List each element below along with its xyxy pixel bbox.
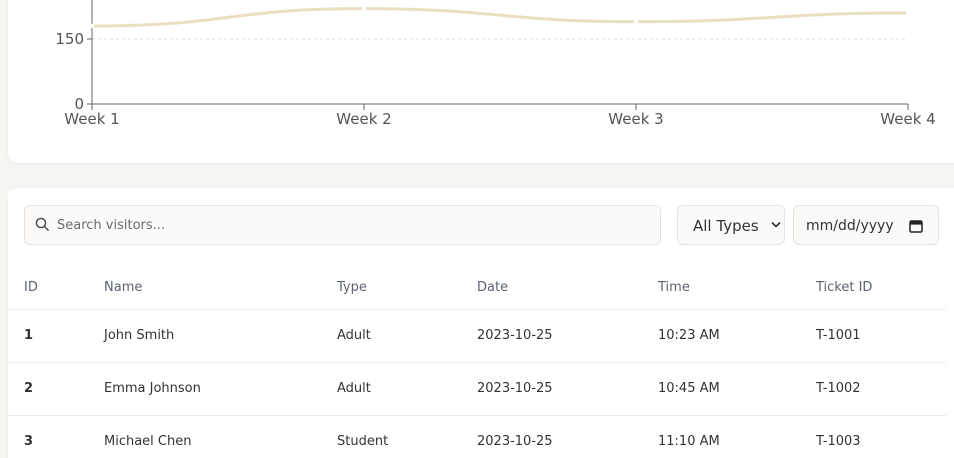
search-box[interactable] [24, 205, 661, 245]
cell-time: 10:23 AM [658, 309, 816, 363]
type-filter-select[interactable]: All Types [677, 205, 785, 245]
calendar-icon[interactable] [909, 219, 923, 233]
column-header-id[interactable]: ID [8, 267, 104, 310]
table-row[interactable]: 3 Michael Chen Student 2023-10-25 11:10 … [8, 415, 946, 458]
cell-type: Student [337, 415, 477, 458]
column-header-type[interactable]: Type [337, 267, 477, 310]
chevron-down-icon [771, 222, 781, 228]
type-filter-value: All Types [693, 217, 759, 235]
x-tick-label: Week 3 [608, 110, 663, 128]
data-point[interactable] [89, 23, 95, 29]
cell-ticket-id: T-1001 [816, 309, 946, 363]
cell-id: 1 [8, 309, 104, 363]
visitor-line-chart: 0150Week 1 Week 2 Week 3 Week 4 [55, 0, 936, 128]
series-line-0 [90, 7, 910, 28]
cell-name: John Smith [104, 309, 337, 363]
cell-ticket-id: T-1002 [816, 362, 946, 416]
cell-type: Adult [337, 362, 477, 416]
table-row[interactable]: 2 Emma Johnson Adult 2023-10-25 10:45 AM… [8, 362, 946, 416]
search-icon [35, 217, 49, 231]
visitors-table: ID Name Type Date Time Ticket ID 1 John … [8, 267, 946, 458]
x-tick-label: Week 1 [64, 110, 119, 128]
cell-id: 2 [8, 362, 104, 416]
y-tick-label: 150 [55, 30, 84, 48]
cell-name: Emma Johnson [104, 362, 337, 416]
column-header-time[interactable]: Time [658, 267, 816, 310]
date-filter-placeholder: mm/dd/yyyy [806, 218, 894, 234]
date-filter-input[interactable]: mm/dd/yyyy [793, 205, 939, 245]
cell-type: Adult [337, 309, 477, 363]
column-header-ticket-id[interactable]: Ticket ID [816, 267, 946, 310]
table-header-row: ID Name Type Date Time Ticket ID [8, 267, 946, 310]
data-point[interactable] [361, 6, 367, 11]
column-header-name[interactable]: Name [104, 267, 337, 310]
cell-date: 2023-10-25 [477, 415, 658, 458]
x-tick-label: Week 2 [336, 110, 391, 128]
column-header-date[interactable]: Date [477, 267, 658, 310]
cell-id: 3 [8, 415, 104, 458]
cell-date: 2023-10-25 [477, 362, 658, 416]
visitor-chart-card: 0 150 Week 1 Week 2 Week 3 Week 4 [8, 0, 954, 163]
cell-name: Michael Chen [104, 415, 337, 458]
cell-time: 11:10 AM [658, 415, 816, 458]
cell-time: 10:45 AM [658, 362, 816, 416]
data-point[interactable] [633, 19, 639, 24]
visitor-table-card: All Types mm/dd/yyyy ID Name Type Date [8, 188, 954, 458]
cell-date: 2023-10-25 [477, 309, 658, 363]
table-row[interactable]: 1 John Smith Adult 2023-10-25 10:23 AM T… [8, 309, 946, 363]
cell-ticket-id: T-1003 [816, 415, 946, 458]
data-point[interactable] [905, 10, 911, 16]
search-input[interactable] [57, 206, 647, 244]
x-tick-label: Week 4 [880, 110, 935, 128]
